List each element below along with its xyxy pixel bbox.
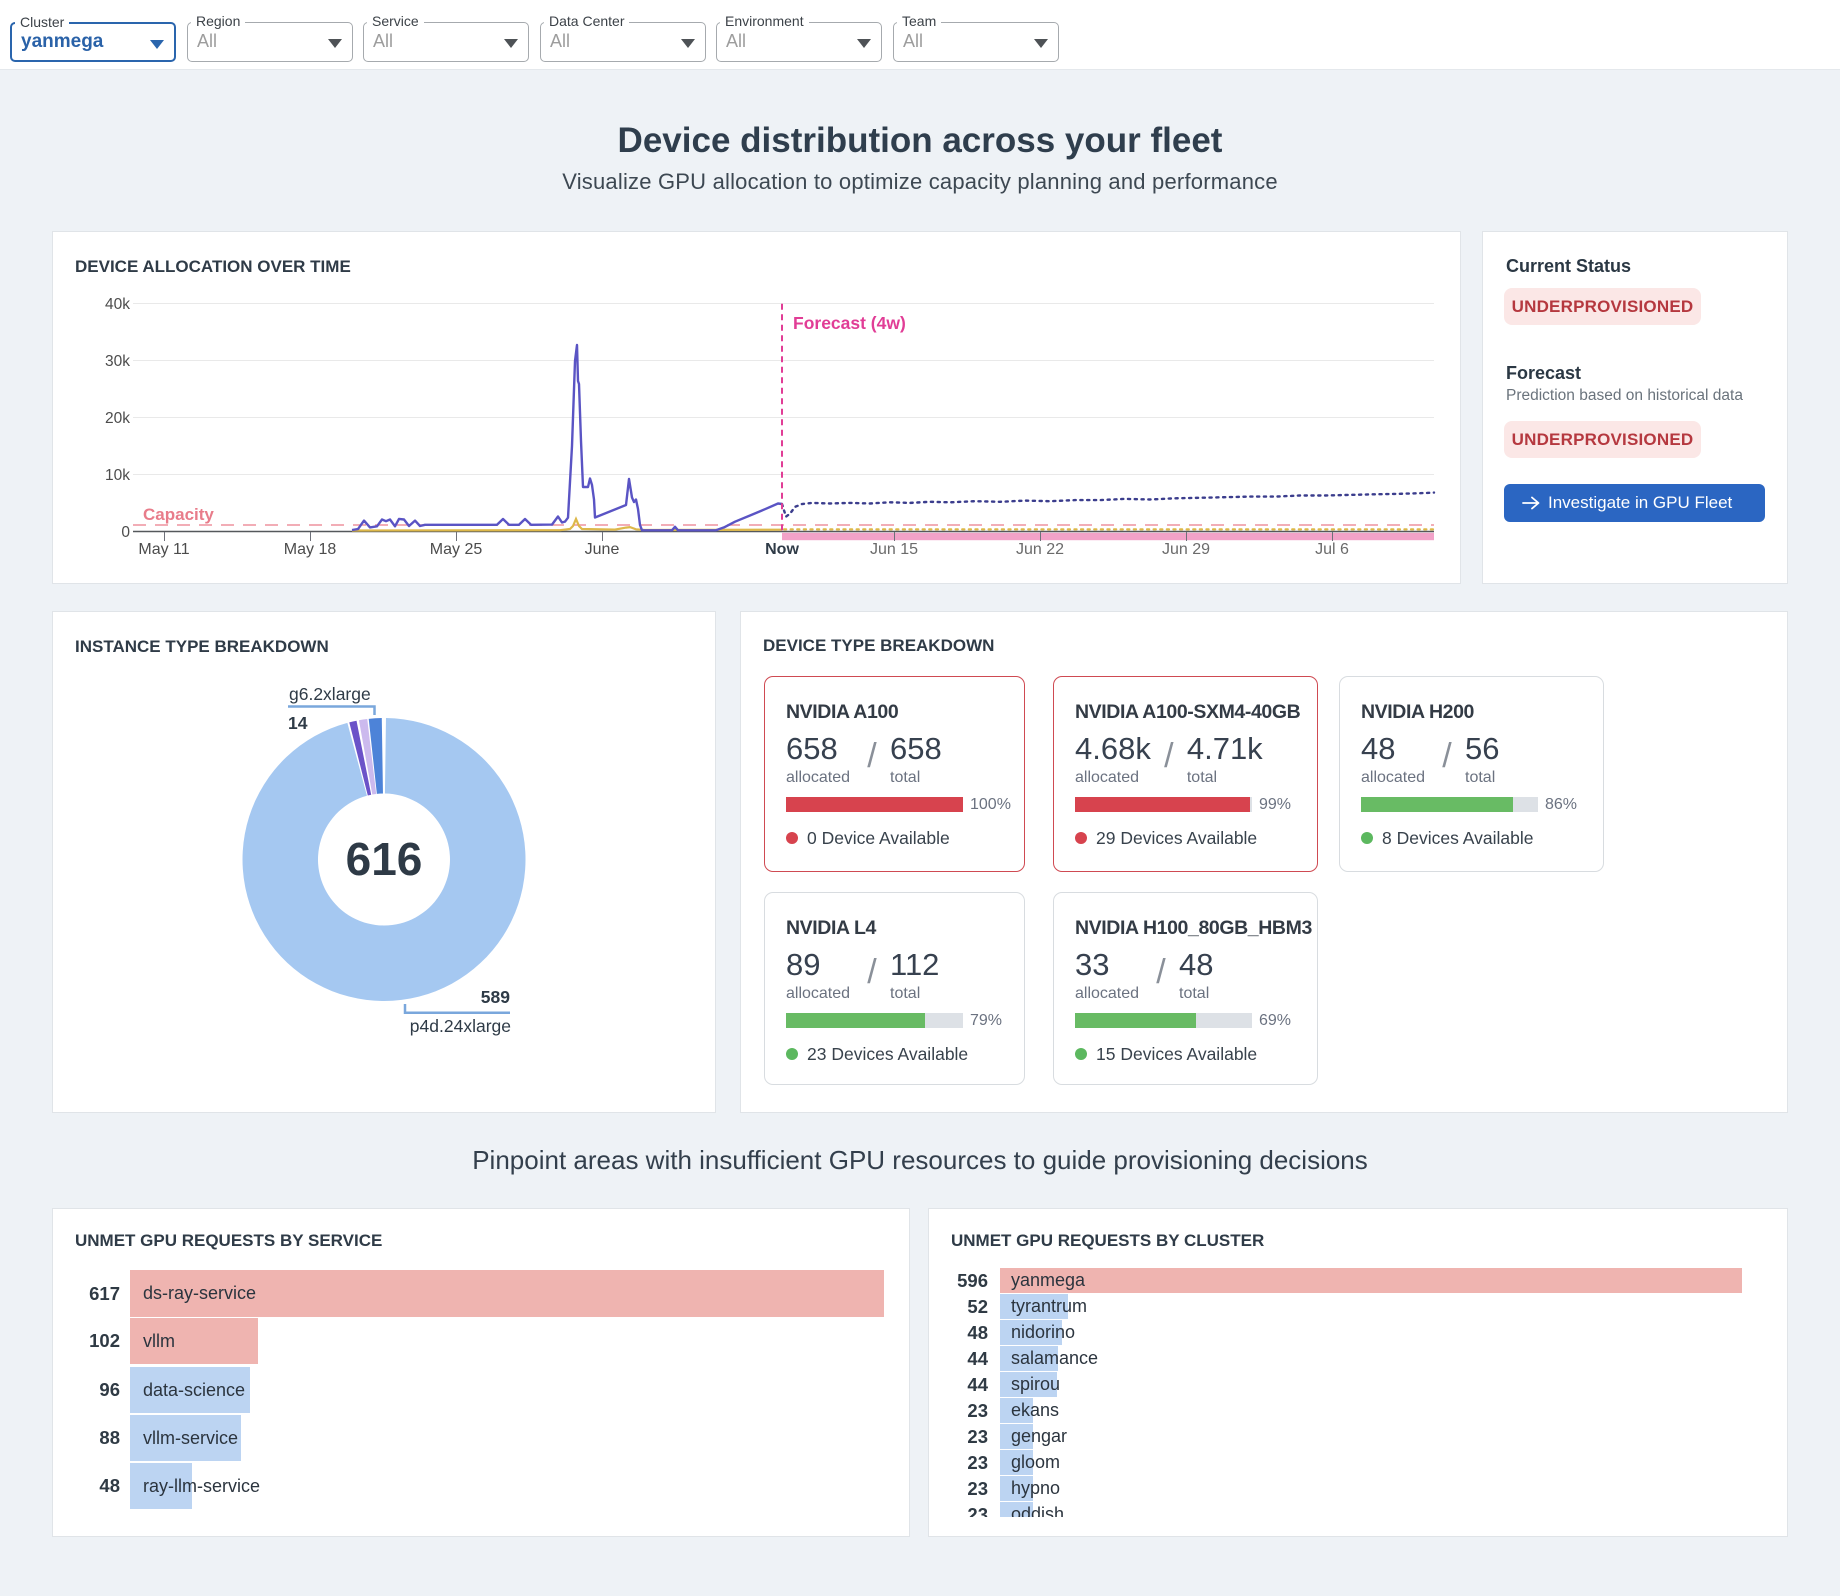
- svg-text:589: 589: [481, 987, 510, 1007]
- svg-text:10k: 10k: [105, 467, 130, 484]
- svg-text:June: June: [585, 541, 620, 558]
- svg-text:30k: 30k: [105, 353, 130, 370]
- svg-text:Jun 15: Jun 15: [870, 541, 918, 558]
- svg-text:May 18: May 18: [284, 541, 337, 558]
- svg-text:Jun 22: Jun 22: [1016, 541, 1064, 558]
- svg-text:p4d.24xlarge: p4d.24xlarge: [410, 1016, 511, 1036]
- svg-text:Now: Now: [765, 541, 799, 558]
- svg-text:Jun 29: Jun 29: [1162, 541, 1210, 558]
- svg-text:g6.2xlarge: g6.2xlarge: [289, 684, 371, 704]
- svg-text:May 11: May 11: [138, 541, 189, 558]
- svg-text:Capacity: Capacity: [143, 505, 214, 524]
- svg-text:Forecast (4w): Forecast (4w): [793, 313, 906, 333]
- svg-text:616: 616: [346, 833, 423, 885]
- svg-text:14: 14: [288, 713, 308, 733]
- svg-text:40k: 40k: [105, 296, 130, 313]
- svg-text:20k: 20k: [105, 410, 130, 427]
- svg-text:0: 0: [121, 524, 130, 541]
- svg-text:May 25: May 25: [430, 541, 483, 558]
- svg-text:Jul 6: Jul 6: [1315, 541, 1349, 558]
